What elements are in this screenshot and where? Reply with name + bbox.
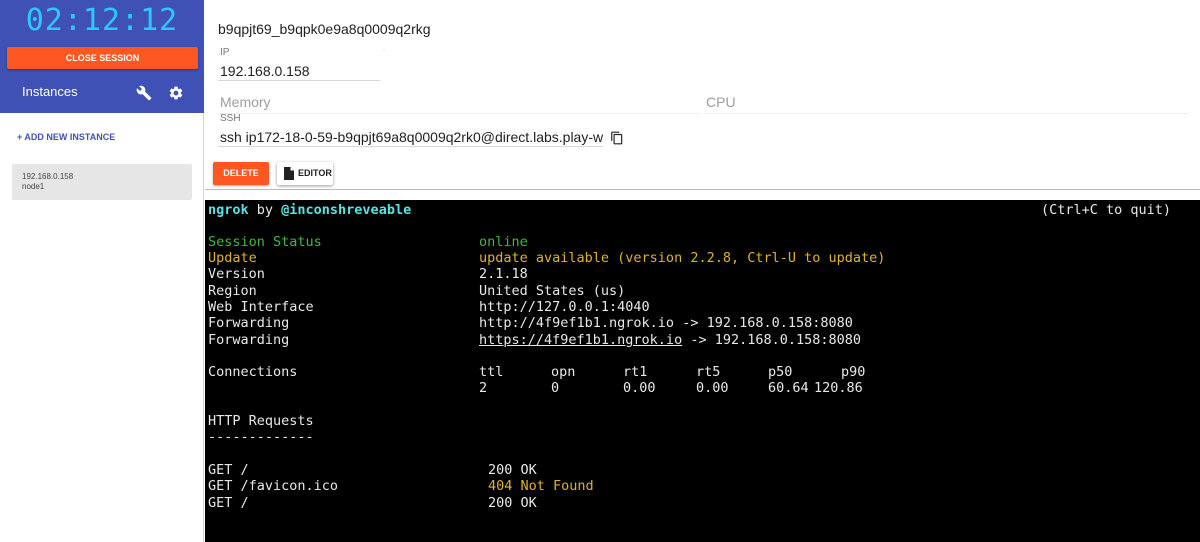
wrench-icon[interactable] bbox=[136, 85, 152, 101]
connections-header-rt1: rt1 bbox=[623, 364, 648, 380]
connections-value-rt5: 0.00 bbox=[696, 380, 729, 396]
forwarding-http-target: 192.168.0.158:8080 bbox=[706, 315, 853, 331]
web-interface-value: http://127.0.0.1:4040 bbox=[479, 299, 650, 315]
cpu-label: CPU bbox=[706, 94, 736, 110]
session-status-value: online bbox=[479, 234, 528, 250]
connections-value-p90: 120.86 bbox=[814, 380, 863, 396]
ssh-command[interactable]: ssh ip172-18-0-59-b9qpjt69a8q0009q2rk0@d… bbox=[220, 129, 603, 145]
connections-header-opn: opn bbox=[551, 364, 576, 380]
request-row-3-path: GET / bbox=[208, 495, 249, 511]
forwarding-https-label: Forwarding bbox=[208, 332, 290, 348]
memory-underline bbox=[218, 113, 701, 114]
main-panel: b9qpjt69_b9qpk0e9a8q0009q2rkg IP 192.168… bbox=[205, 0, 1200, 542]
ssh-label: SSH bbox=[220, 113, 241, 124]
memory-label: Memory bbox=[220, 94, 271, 110]
instances-title: Instances bbox=[22, 84, 78, 99]
request-row-1-status: 200 OK bbox=[488, 462, 537, 478]
instance-item-ip: 192.168.0.158 bbox=[22, 172, 74, 181]
connections-header-ttl: ttl bbox=[479, 364, 504, 380]
terminal-by: by bbox=[248, 202, 282, 218]
connections-header-rt5: rt5 bbox=[696, 364, 721, 380]
request-row-3-status: 200 OK bbox=[488, 495, 537, 511]
terminal-quit-hint: (Ctrl+C to quit) bbox=[1041, 202, 1172, 218]
copy-icon[interactable] bbox=[610, 130, 624, 146]
add-new-instance-button[interactable]: + ADD NEW INSTANCE bbox=[17, 132, 115, 142]
connections-header-p90: p90 bbox=[841, 364, 866, 380]
session-timer: 02:12:12 bbox=[25, 3, 179, 38]
editor-label: EDITOR bbox=[298, 168, 332, 178]
web-interface-label: Web Interface bbox=[208, 299, 314, 315]
instance-item-name: node1 bbox=[22, 182, 45, 191]
request-row-1-path: GET / bbox=[208, 462, 249, 478]
ip-underline bbox=[218, 80, 380, 81]
sidebar-header: 02:12:12 CLOSE SESSION Instances bbox=[0, 0, 204, 113]
instance-list-item[interactable]: 192.168.0.158 node1 bbox=[12, 164, 192, 200]
connections-value-rt1: 0.00 bbox=[623, 380, 656, 396]
sidebar: 02:12:12 CLOSE SESSION Instances + ADD N… bbox=[0, 0, 204, 542]
forwarding-http-arrow: -> bbox=[674, 315, 707, 331]
request-row-2-status: 404 Not Found bbox=[488, 478, 594, 494]
forwarding-http-line: http://4f9ef1b1.ngrok.io -> 192.168.0.15… bbox=[479, 315, 853, 331]
request-row-2-path: GET /favicon.ico bbox=[208, 478, 339, 494]
instance-info-panel: b9qpjt69_b9qpk0e9a8q0009q2rkg IP 192.168… bbox=[205, 0, 1200, 190]
version-value: 2.1.18 bbox=[479, 266, 528, 282]
update-value: update available (version 2.2.8, Ctrl-U … bbox=[479, 250, 886, 266]
ip-value: 192.168.0.158 bbox=[220, 63, 310, 79]
http-requests-rule: ------------- bbox=[208, 429, 314, 445]
delete-button[interactable]: DELETE bbox=[213, 162, 269, 185]
gear-icon[interactable] bbox=[168, 85, 184, 101]
forwarding-https-arrow: -> bbox=[682, 332, 715, 348]
ip-label: IP bbox=[220, 47, 230, 58]
terminal[interactable]: ngrok by @inconshreveable (Ctrl+C to qui… bbox=[205, 200, 1200, 542]
ip-field-tick bbox=[383, 50, 385, 51]
terminal-brand: ngrok bbox=[208, 202, 249, 218]
forwarding-https-line: https://4f9ef1b1.ngrok.io -> 192.168.0.1… bbox=[479, 332, 861, 348]
forwarding-https-target: 192.168.0.158:8080 bbox=[714, 332, 862, 348]
instance-id: b9qpjt69_b9qpk0e9a8q0009q2rkg bbox=[218, 21, 431, 37]
connections-value-ttl: 2 bbox=[479, 380, 488, 396]
http-requests-title: HTTP Requests bbox=[208, 413, 314, 429]
connections-value-p50: 60.64 bbox=[768, 380, 809, 396]
forwarding-http-label: Forwarding bbox=[208, 315, 290, 331]
connections-header-p50: p50 bbox=[768, 364, 793, 380]
connections-value-opn: 0 bbox=[551, 380, 560, 396]
connections-label: Connections bbox=[208, 364, 298, 380]
region-value: United States (us) bbox=[479, 283, 626, 299]
editor-button[interactable]: EDITOR bbox=[277, 162, 333, 185]
terminal-author: @inconshreveable bbox=[281, 202, 412, 218]
version-label: Version bbox=[208, 266, 265, 282]
close-session-button[interactable]: CLOSE SESSION bbox=[7, 47, 198, 69]
session-status-label: Session Status bbox=[208, 234, 322, 250]
update-label: Update bbox=[208, 250, 257, 266]
terminal-title-line: ngrok by @inconshreveable bbox=[208, 202, 411, 218]
cpu-underline bbox=[704, 113, 1188, 114]
forwarding-http-url: http://4f9ef1b1.ngrok.io bbox=[479, 315, 675, 331]
region-label: Region bbox=[208, 283, 257, 299]
file-icon bbox=[284, 167, 294, 180]
forwarding-https-url[interactable]: https://4f9ef1b1.ngrok.io bbox=[479, 332, 682, 348]
ssh-underline bbox=[218, 146, 603, 147]
